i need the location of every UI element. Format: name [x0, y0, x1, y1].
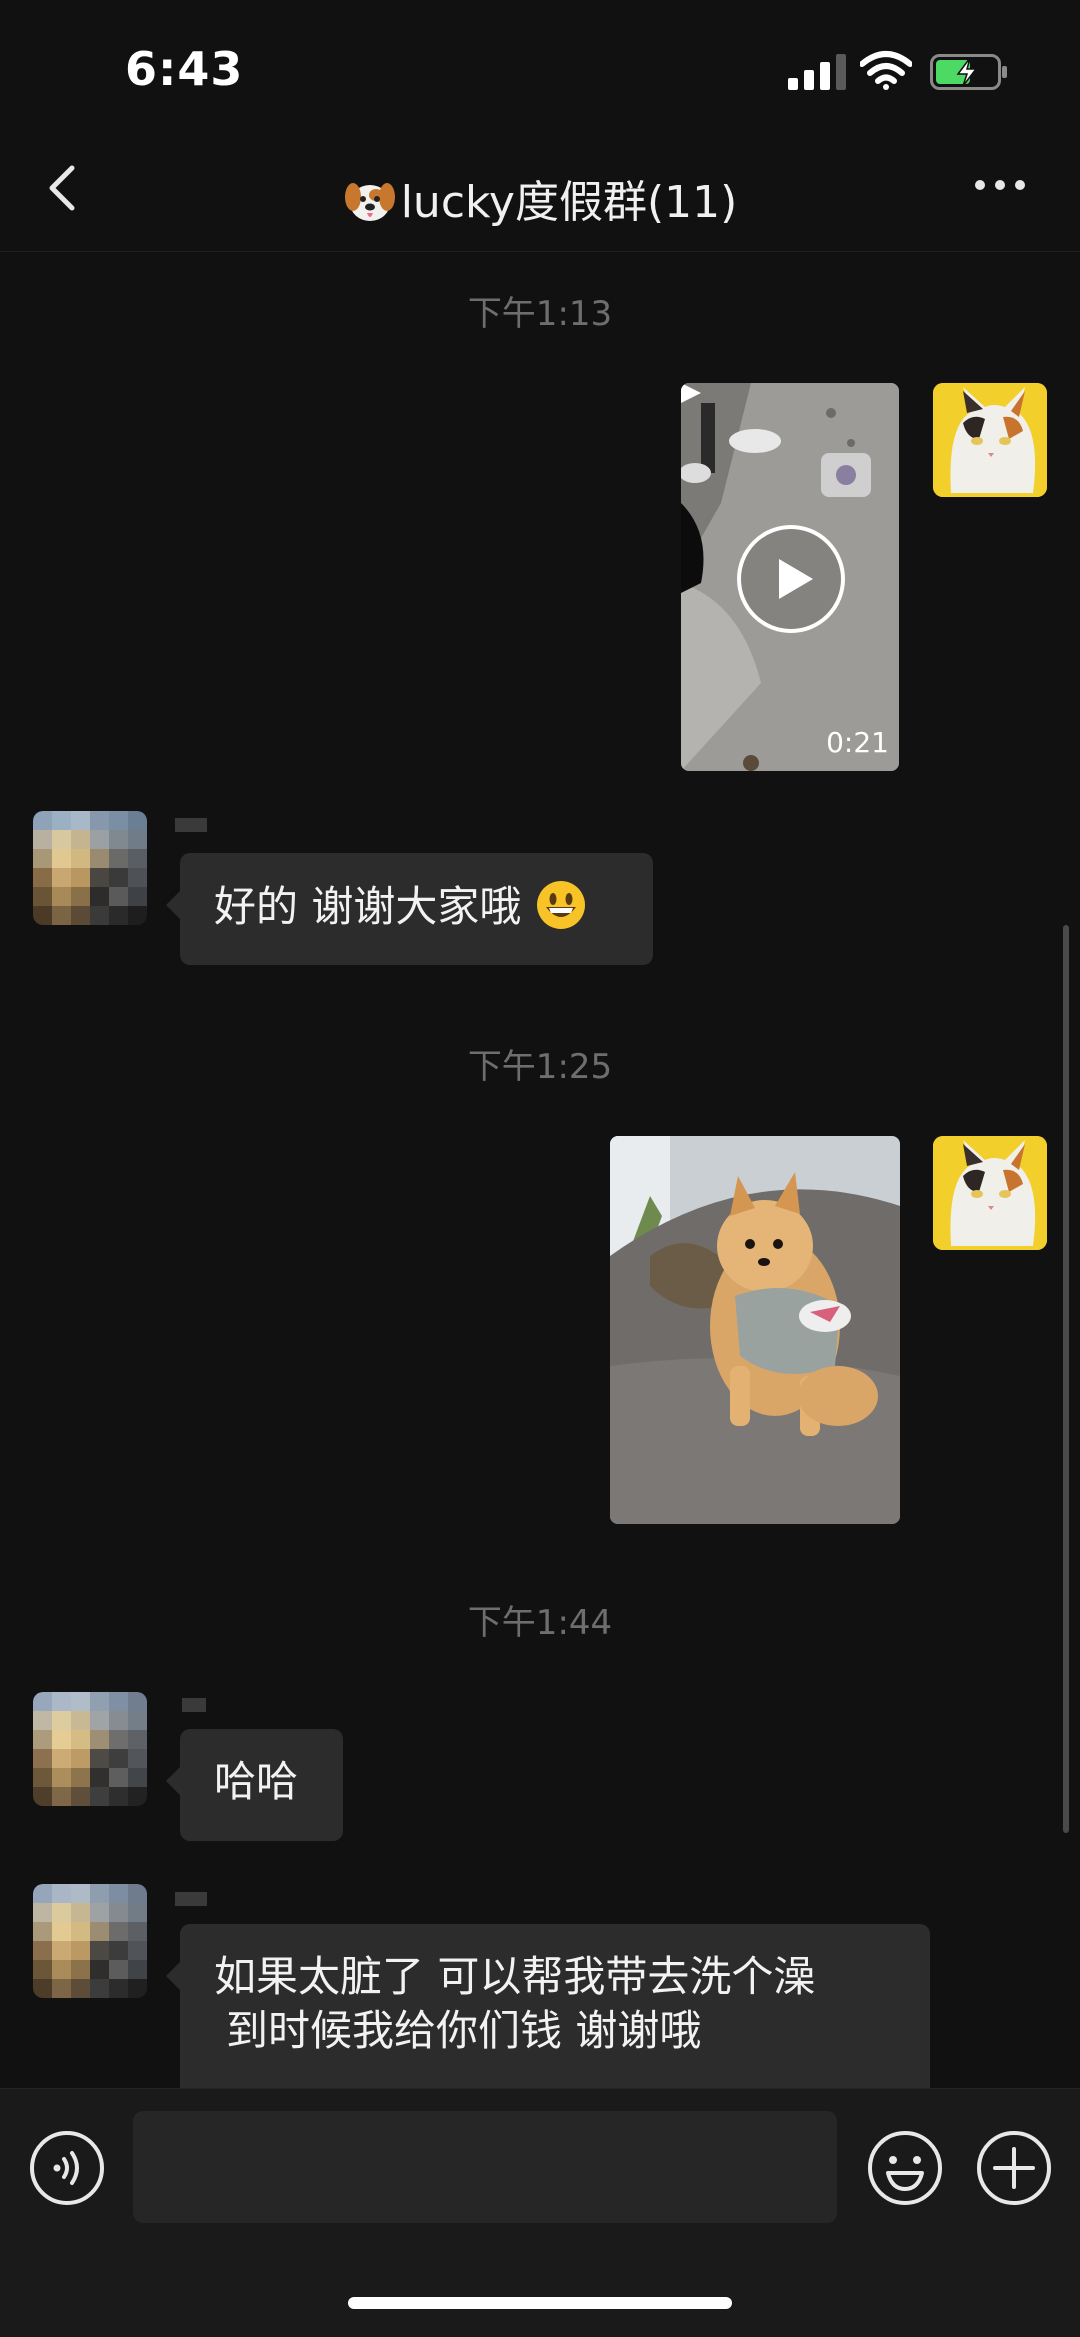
- avatar[interactable]: [33, 811, 147, 925]
- message-input[interactable]: [133, 2111, 837, 2223]
- video-duration: 0:21: [826, 726, 889, 759]
- more-options-icon[interactable]: [970, 170, 1030, 200]
- nav-bar: lucky度假群(11): [0, 130, 1080, 252]
- avatar[interactable]: [33, 1692, 147, 1806]
- avatar[interactable]: [933, 383, 1047, 497]
- message-text-line: 如果太脏了 可以帮我带去洗个澡: [214, 1952, 816, 2001]
- video-message[interactable]: 0:21: [681, 383, 899, 771]
- scrollbar[interactable]: [1063, 925, 1069, 1833]
- chat-title-text: lucky度假群(11): [400, 177, 738, 228]
- dog-photo: [610, 1136, 900, 1524]
- status-time: 6:43: [125, 42, 244, 96]
- input-bar: [0, 2088, 1080, 2337]
- message-bubble[interactable]: 好的 谢谢大家哦: [166, 853, 653, 965]
- timestamp: 下午1:13: [467, 294, 613, 334]
- image-message[interactable]: [610, 1136, 900, 1524]
- avatar[interactable]: [33, 1884, 147, 1998]
- battery-charging-icon: [930, 54, 1007, 90]
- message-text: 哈哈: [214, 1757, 299, 1806]
- puppy-face-icon: [344, 183, 395, 221]
- home-indicator: [348, 2297, 732, 2309]
- avatar[interactable]: [933, 1136, 1047, 1250]
- status-bar: 6:43: [0, 0, 1080, 130]
- grinning-face-icon: [536, 881, 585, 929]
- message-text-line: 到时候我给你们钱 谢谢哦: [226, 2006, 702, 2055]
- sender-name-blurred: [175, 1892, 207, 1906]
- voice-input-icon[interactable]: [28, 2129, 106, 2207]
- cat-avatar-image: [933, 1136, 1047, 1250]
- chat-message-list[interactable]: 下午1:13 0:21 好的 谢谢大家哦 下午1:25 下午1:44 哈哈 如果…: [0, 252, 1080, 2088]
- chat-title: lucky度假群(11): [0, 166, 1080, 230]
- wifi-icon: [860, 51, 912, 90]
- sender-name-blurred: [175, 818, 207, 832]
- cellular-signal-icon: [788, 54, 846, 90]
- message-bubble[interactable]: 如果太脏了 可以帮我带去洗个澡 到时候我给你们钱 谢谢哦: [166, 1924, 930, 2088]
- sender-name-blurred: [182, 1698, 206, 1712]
- message-text: 好的 谢谢大家哦: [214, 882, 522, 931]
- emoji-icon[interactable]: [866, 2129, 944, 2207]
- timestamp: 下午1:44: [467, 1603, 613, 1643]
- play-icon[interactable]: [735, 523, 847, 635]
- timestamp: 下午1:25: [467, 1047, 613, 1087]
- cat-avatar-image: [933, 383, 1047, 497]
- add-more-icon[interactable]: [975, 2129, 1053, 2207]
- message-bubble[interactable]: 哈哈: [166, 1729, 343, 1841]
